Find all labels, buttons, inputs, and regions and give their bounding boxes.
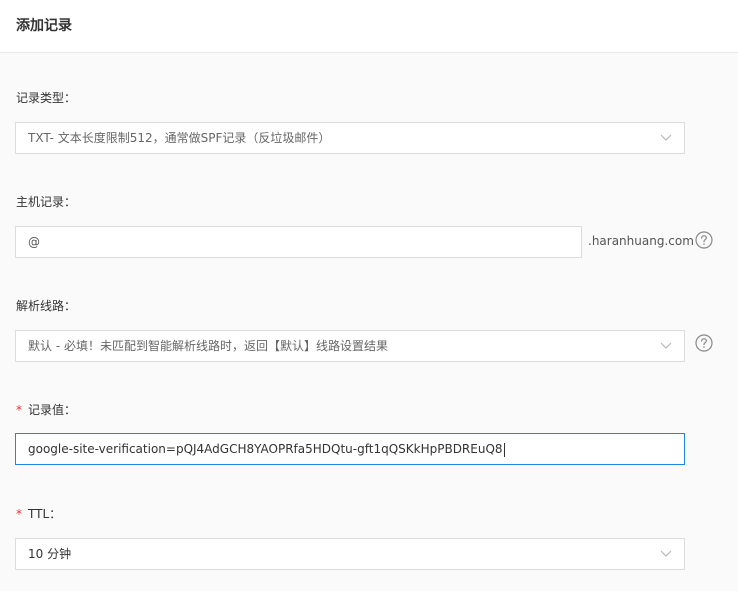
- required-mark: *: [16, 403, 22, 417]
- ttl-value: 10 分钟: [28, 547, 72, 561]
- host-record-input[interactable]: @: [15, 226, 582, 258]
- domain-suffix: .haranhuang.com: [588, 234, 694, 248]
- ttl-label: * TTL：: [16, 506, 61, 522]
- dialog-title: 添加记录: [16, 18, 72, 34]
- record-value-text: google-site-verification=pQJ4AdGCH8YAOPR…: [28, 442, 503, 456]
- record-value-label: * 记录值：: [16, 402, 76, 418]
- record-type-label: 记录类型：: [16, 91, 77, 105]
- required-mark: *: [16, 507, 22, 521]
- host-record-label: 主机记录：: [16, 195, 77, 209]
- record-value-input[interactable]: google-site-verification=pQJ4AdGCH8YAOPR…: [15, 433, 685, 465]
- resolution-line-select[interactable]: 默认 - 必填！未匹配到智能解析线路时，返回【默认】线路设置结果: [15, 330, 685, 362]
- dialog-header: 添加记录: [0, 0, 738, 53]
- host-record-value: @: [28, 235, 40, 249]
- question-circle-icon[interactable]: [695, 334, 713, 352]
- resolution-line-value: 默认 - 必填！未匹配到智能解析线路时，返回【默认】线路设置结果: [28, 339, 388, 353]
- chevron-down-icon: [660, 550, 672, 557]
- ttl-label-text: TTL：: [28, 507, 62, 521]
- chevron-down-icon: [660, 134, 672, 141]
- resolution-line-label: 解析线路：: [16, 299, 77, 313]
- chevron-down-icon: [660, 342, 672, 349]
- question-circle-icon[interactable]: [695, 231, 713, 249]
- text-caret: [503, 442, 505, 457]
- record-value-label-text: 记录值：: [28, 403, 77, 417]
- record-type-value: TXT- 文本长度限制512，通常做SPF记录（反垃圾邮件）: [28, 131, 331, 145]
- record-type-select[interactable]: TXT- 文本长度限制512，通常做SPF记录（反垃圾邮件）: [15, 122, 685, 154]
- ttl-select[interactable]: 10 分钟: [15, 538, 685, 570]
